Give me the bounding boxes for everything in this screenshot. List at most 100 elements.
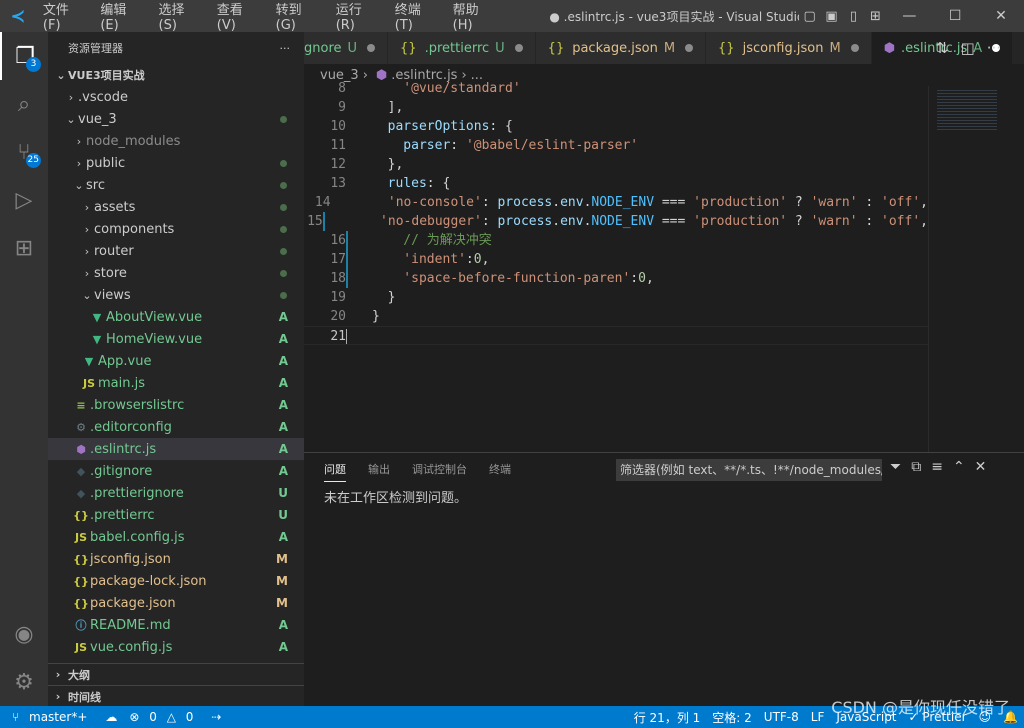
editor-tab[interactable]: {} .prettierrc U <box>388 32 536 64</box>
editor-tab[interactable]: {} jsconfig.json M <box>706 32 872 64</box>
tree-item-label: .prettierrc <box>90 507 155 523</box>
tree-item[interactable]: ⌄ views <box>48 284 304 306</box>
tree-item-label: components <box>94 221 175 237</box>
tree-item[interactable]: ◆ .gitignore A <box>48 460 304 482</box>
tree-item[interactable]: JS babel.config.js A <box>48 526 304 548</box>
editor-tab[interactable]: gnore U <box>304 32 389 64</box>
git-status: A <box>278 376 288 390</box>
cursor-position[interactable]: 行 21，列 1 <box>634 709 701 726</box>
tree-item[interactable]: ◆ .prettierignore U <box>48 482 304 504</box>
explorer-icon[interactable]: ❐ 3 <box>0 32 48 80</box>
tree-item[interactable]: › assets <box>48 196 304 218</box>
tree-item[interactable]: ⚙ .editorconfig A <box>48 416 304 438</box>
scm-badge: 25 <box>25 153 41 168</box>
workspace-root[interactable]: ⌄ VUE3项目实战 <box>48 64 304 86</box>
tree-item[interactable]: › components <box>48 218 304 240</box>
more-actions-icon[interactable]: ··· <box>987 39 1001 57</box>
menu-item[interactable]: 选择(S) <box>152 0 210 33</box>
menu-item[interactable]: 终端(T) <box>388 0 446 33</box>
tree-item[interactable]: › .vscode <box>48 86 304 108</box>
account-icon[interactable]: ◉ <box>0 610 48 658</box>
menu-item[interactable]: 文件(F) <box>36 0 93 33</box>
editor-tab[interactable]: {} package.json M <box>535 32 707 64</box>
minimap[interactable] <box>928 86 1024 452</box>
code-line: 13 rules: { <box>304 174 928 193</box>
source-control-icon[interactable]: ⑂ 25 <box>0 128 48 176</box>
view-as-list-icon[interactable]: ≡ <box>931 459 943 475</box>
tree-item[interactable]: {} jsconfig.json M <box>48 548 304 570</box>
js-file-icon: JS <box>74 640 87 654</box>
encoding[interactable]: UTF-8 <box>764 710 799 724</box>
menu-item[interactable]: 运行(R) <box>329 0 388 33</box>
close-button[interactable]: ✕ <box>978 8 1024 24</box>
code-editor[interactable]: 8 '@vue/standard' 9 ], 10 parserOptions: {… <box>304 79 928 452</box>
tree-item[interactable]: ⌄ src <box>48 174 304 196</box>
filter-icon[interactable]: ⏷ <box>890 459 901 475</box>
tree-item[interactable]: JS main.js A <box>48 372 304 394</box>
tree-item[interactable]: ▼ App.vue A <box>48 350 304 372</box>
code-token: . <box>552 214 561 229</box>
code-line: 14 'no-console': process.env.NODE_ENV ==… <box>304 193 928 212</box>
more-actions-button[interactable]: ··· <box>280 42 291 55</box>
menu-item[interactable]: 转到(G) <box>269 0 329 33</box>
live-share-icon[interactable]: ⇢ <box>211 710 221 724</box>
tree-item-label: .browserslistrc <box>90 397 185 413</box>
maximize-panel-icon[interactable]: ⌃ <box>953 459 965 475</box>
tree-item[interactable]: ≡ .browserslistrc A <box>48 394 304 416</box>
extensions-icon[interactable]: ⊞ <box>0 224 48 272</box>
code-token: 'production' <box>693 195 788 210</box>
line-number: 18 <box>330 271 346 286</box>
tree-item[interactable]: JS vue.config.js A <box>48 636 304 658</box>
unsaved-dot-icon[interactable] <box>850 44 859 52</box>
problems-filter-input[interactable]: 筛选器(例如 text、**/*.ts、!**/node_modules/**) <box>616 459 882 481</box>
tree-item[interactable]: {} package-lock.json M <box>48 570 304 592</box>
layout-icon[interactable]: ⊞ <box>864 9 886 24</box>
menu-item[interactable]: 帮助(H) <box>446 0 506 33</box>
indentation[interactable]: 空格: 2 <box>712 709 752 726</box>
modified-dot <box>280 291 287 299</box>
collapse-all-icon[interactable]: ⧉ <box>911 459 921 475</box>
tree-item-label: .eslintrc.js <box>90 441 157 457</box>
unsaved-dot-icon[interactable] <box>367 44 376 52</box>
menu-item[interactable]: 编辑(E) <box>93 0 151 33</box>
split-editor-icon[interactable]: ◫ <box>961 39 975 57</box>
tree-item[interactable]: › router <box>48 240 304 262</box>
problems-item[interactable]: ⊗ 0 △ 0 <box>129 710 199 724</box>
panel-tab[interactable]: 终端 <box>489 453 511 487</box>
run-debug-icon[interactable]: ▷ <box>0 176 48 224</box>
unsaved-dot-icon[interactable] <box>685 44 694 52</box>
tree-item[interactable]: ⬢ .eslintrc.js A <box>48 438 304 460</box>
compare-changes-icon[interactable]: ⇅ <box>936 39 949 57</box>
menu-item[interactable]: 查看(V) <box>210 0 269 33</box>
panel-tab[interactable]: 输出 <box>368 453 390 487</box>
vue-file-icon: ▼ <box>92 310 102 324</box>
code-token: : <box>481 195 498 210</box>
end-of-line[interactable]: LF <box>811 710 825 724</box>
maximize-button[interactable]: ☐ <box>932 8 978 24</box>
tree-item[interactable]: {} .prettierrc U <box>48 504 304 526</box>
tree-item-label: .gitignore <box>90 463 153 479</box>
unsaved-dot-icon[interactable] <box>514 44 523 52</box>
outline-section[interactable]: › 大纲 <box>48 663 304 685</box>
search-icon[interactable]: ⌕ <box>0 80 48 128</box>
tree-item[interactable]: › public <box>48 152 304 174</box>
tree-item[interactable]: › store <box>48 262 304 284</box>
toggle-panel-icon[interactable]: ▣ <box>821 9 843 24</box>
settings-gear-icon[interactable]: ⚙ <box>0 658 48 706</box>
tree-item[interactable]: ▼ AboutView.vue A <box>48 306 304 328</box>
panel-tab[interactable]: 调试控制台 <box>412 453 467 487</box>
timeline-section[interactable]: › 时间线 <box>48 685 304 707</box>
tree-item[interactable]: › node_modules <box>48 130 304 152</box>
panel-tab[interactable]: 问题 <box>324 458 346 482</box>
tree-item[interactable]: {} package.json M <box>48 592 304 614</box>
tree-item[interactable]: ▼ HomeView.vue A <box>48 328 304 350</box>
branch-item[interactable]: ⑂ master*+ <box>12 710 93 724</box>
sync-icon[interactable]: ☁ <box>105 710 117 724</box>
toggle-secondary-icon[interactable]: ▯ <box>843 9 865 24</box>
tree-item[interactable]: ⓘ README.md A <box>48 614 304 636</box>
minimize-button[interactable]: — <box>886 8 932 24</box>
close-panel-icon[interactable]: ✕ <box>975 459 987 475</box>
toggle-sidebar-icon[interactable]: ▢ <box>799 9 821 24</box>
tree-item[interactable]: ⌄ vue_3 <box>48 108 304 130</box>
tree-item-label: assets <box>94 199 136 215</box>
